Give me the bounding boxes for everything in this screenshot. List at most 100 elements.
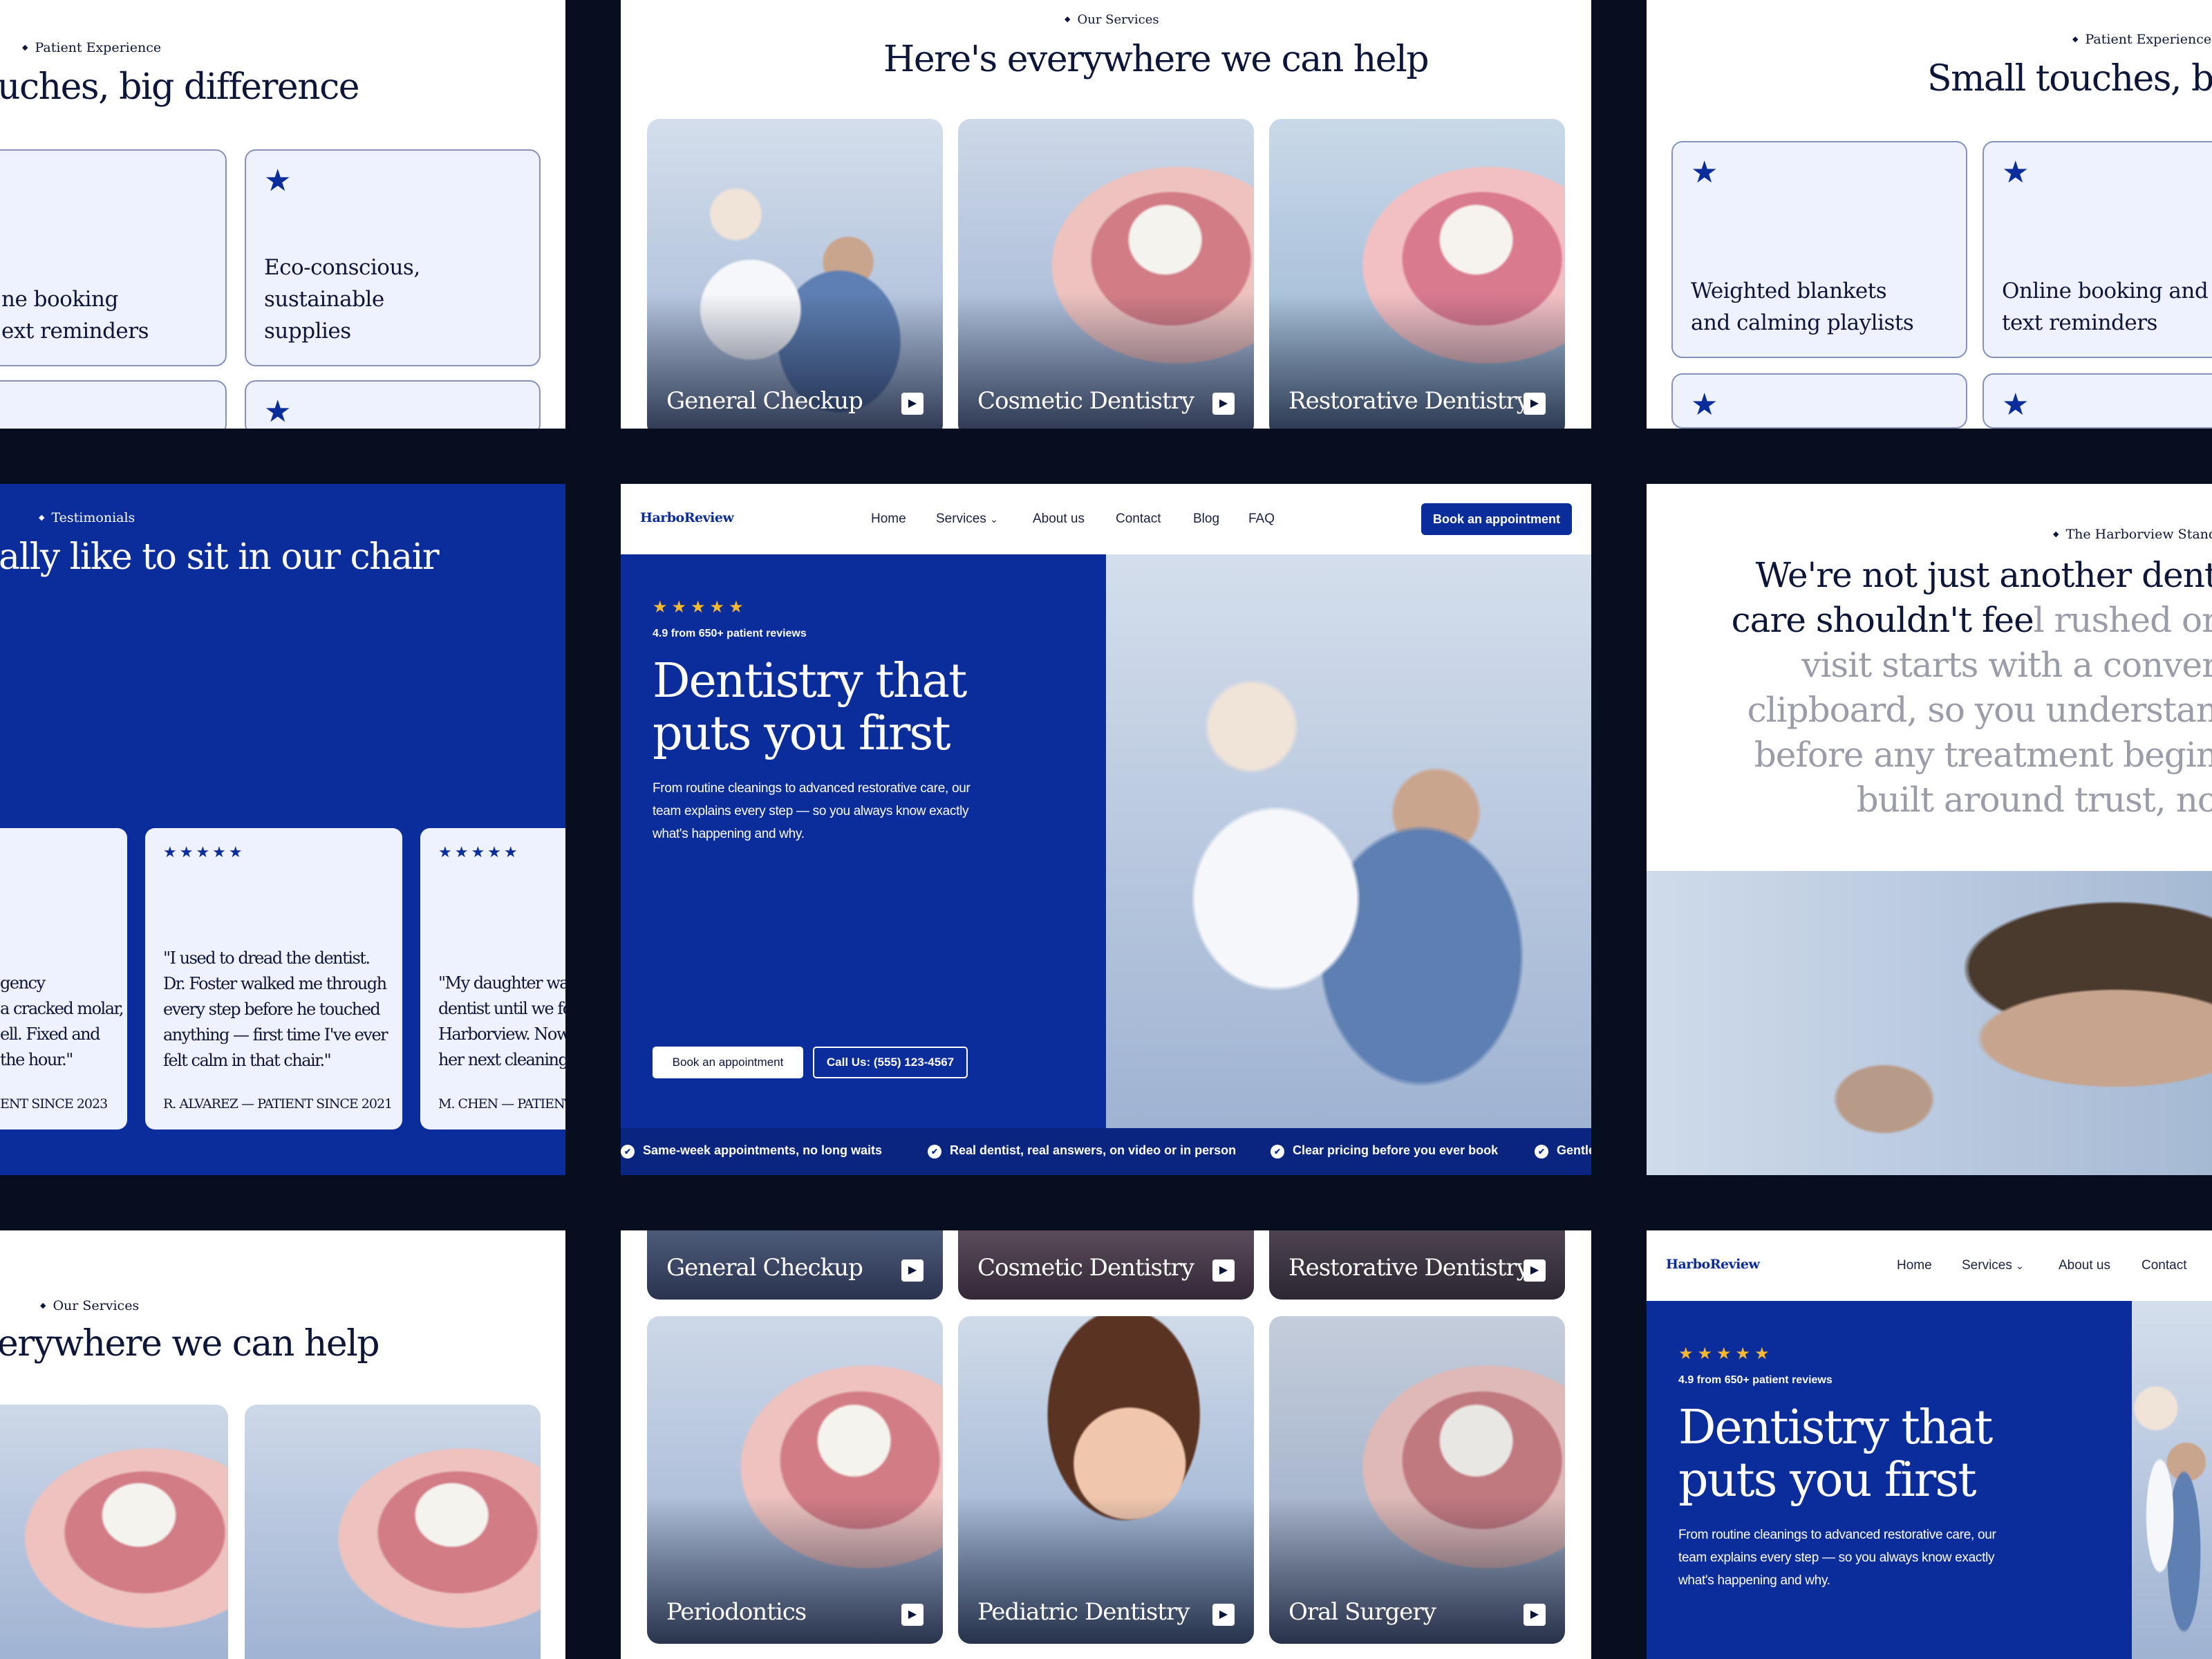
ticker-item: Same-week appointments, no long waits [621, 1143, 882, 1159]
service-card-general-checkup[interactable]: General Checkup ▶ [647, 1230, 943, 1300]
panel-services-grid: General Checkup ▶ Cosmetic Dentistry ▶ R… [621, 1230, 1591, 1659]
chevron-down-icon: ⌄ [2016, 1260, 2024, 1271]
testimonial-author: ENT SINCE 2023 [0, 1096, 108, 1112]
testimonial-quote: "I used to dread the dentist. Dr. Foster… [163, 948, 388, 1070]
service-card-cosmetic[interactable]: Cosmetic Dentistry ▶ [958, 119, 1254, 429]
nav-services-label: Services [936, 512, 986, 526]
service-card-general-checkup[interactable]: General Checkup ▶ [647, 119, 943, 429]
star-icon: ★ [2002, 156, 2030, 189]
chevron-right-icon[interactable]: ▶ [1212, 1604, 1235, 1626]
statement-line: visit starts with a conver [1801, 645, 2212, 685]
nav-contact[interactable]: Contact [1116, 512, 1161, 527]
chevron-right-icon[interactable]: ▶ [1524, 393, 1546, 415]
feature-card: ★ [1671, 373, 1967, 429]
nav-about[interactable]: About us [1033, 512, 1085, 527]
chevron-right-icon[interactable]: ▶ [1212, 393, 1235, 415]
feature-card: ★ [245, 380, 541, 429]
service-title: Restorative Dentistry [1288, 387, 1530, 415]
panel-hero-crop: HarboReview Home Services ⌄ About us Con… [1647, 1230, 2212, 1659]
hero-subtitle: From routine cleanings to advanced resto… [653, 781, 971, 841]
service-card-oral-surgery[interactable]: Oral Surgery ▶ [1269, 1316, 1565, 1644]
top-nav: HarboReview Home Services ⌄ About us Con… [1647, 1230, 2212, 1301]
chevron-down-icon: ⌄ [990, 514, 998, 525]
call-us-button[interactable]: Call Us: (555) 123-4567 [813, 1047, 968, 1078]
nav-about[interactable]: About us [2059, 1258, 2110, 1273]
service-title: Periodontics [666, 1598, 807, 1626]
panel-testimonials: Testimonials ally like to sit in our cha… [0, 484, 565, 1175]
service-card-pediatric[interactable]: Pediatric Dentistry ▶ [958, 1316, 1254, 1644]
service-title: Pediatric Dentistry [977, 1598, 1190, 1626]
feature-text: Weighted blankets and calming playlists [1691, 279, 1914, 335]
section-eyebrow: Patient Experience [2072, 32, 2211, 47]
nav-services-label: Services [1962, 1258, 2012, 1273]
chevron-right-icon[interactable]: ▶ [1524, 1604, 1546, 1626]
ticker-item: Gentle [1535, 1143, 1591, 1159]
panel-services-left: Our Services erywhere we can help [0, 1230, 565, 1659]
rating-stars: ★★★★★ [438, 843, 521, 861]
statement-line: We're not just another dent [1755, 555, 2212, 595]
statement-dark: care shouldn't fee [1731, 600, 2034, 640]
feature-card [0, 380, 227, 429]
service-title: Cosmetic Dentistry [977, 387, 1194, 415]
panel-experience-left: Patient Experience uches, big difference… [0, 0, 565, 429]
statement-line: before any treatment begin [1754, 735, 2212, 775]
chevron-right-icon[interactable]: ▶ [901, 393, 924, 415]
section-eyebrow: Our Services [40, 1298, 139, 1313]
service-card-restorative[interactable] [245, 1405, 541, 1659]
service-card-cosmetic[interactable]: Cosmetic Dentistry ▶ [958, 1230, 1254, 1300]
chevron-right-icon[interactable]: ▶ [1212, 1259, 1235, 1282]
nav-faq[interactable]: FAQ [1248, 512, 1275, 527]
chevron-right-icon[interactable]: ▶ [901, 1604, 924, 1626]
service-card-periodontics[interactable]: Periodontics ▶ [647, 1316, 943, 1644]
testimonial-quote: gency a cracked molar, ell. Fixed and th… [0, 973, 124, 1069]
section-title: uches, big difference [0, 66, 360, 108]
statement-line: built around trust, no [1856, 780, 2212, 820]
testimonial-card: ★★★★★ "My daughter was dentist until we … [420, 828, 565, 1130]
feature-text: Eco-conscious, sustainable supplies [264, 255, 420, 344]
chevron-right-icon[interactable]: ▶ [1524, 1259, 1546, 1282]
nav-blog[interactable]: Blog [1193, 512, 1219, 527]
service-card-restorative[interactable]: Restorative Dentistry ▶ [1269, 119, 1565, 429]
panel-hero-main: HarboReview Home Services ⌄ About us Con… [621, 484, 1591, 1175]
rating-text: 4.9 from 650+ patient reviews [653, 628, 807, 639]
service-card-cosmetic[interactable] [0, 1405, 228, 1659]
feature-card: ★ [1983, 373, 2212, 429]
section-eyebrow: Testimonials [39, 510, 135, 525]
book-appointment-button[interactable]: Book an appointment [1421, 503, 1572, 535]
star-icon: ★ [1691, 156, 1718, 189]
chevron-right-icon[interactable]: ▶ [901, 1259, 924, 1282]
hero-subtitle: From routine cleanings to advanced resto… [1678, 1528, 1996, 1588]
testimonial-author: R. ALVAREZ — PATIENT SINCE 2021 [163, 1096, 393, 1112]
nav-services[interactable]: Services ⌄ [1962, 1258, 2024, 1273]
statement-light: l rushed or [2033, 600, 2212, 640]
feature-ticker: Same-week appointments, no long waits Re… [621, 1128, 1591, 1175]
hero-section: ★★★★★ 4.9 from 650+ patient reviews Dent… [621, 554, 1106, 1128]
section-eyebrow: The Harborview Standard [2053, 527, 2212, 542]
hero-book-button[interactable]: Book an appointment [653, 1047, 803, 1078]
statement-line: clipboard, so you understan [1747, 690, 2212, 730]
hero-photo [1106, 554, 1591, 1128]
service-card-restorative[interactable]: Restorative Dentistry ▶ [1269, 1230, 1565, 1300]
section-eyebrow: Our Services [1065, 12, 1159, 27]
section-title: erywhere we can help [0, 1323, 380, 1365]
section-title: ally like to sit in our chair [0, 536, 440, 578]
testimonial-author: M. CHEN — PATIENT S [438, 1096, 565, 1112]
nav-contact[interactable]: Contact [2141, 1258, 2186, 1273]
nav-home[interactable]: Home [1897, 1258, 1932, 1273]
hero-title: Dentistry that puts you first [1678, 1400, 1993, 1508]
nav-services[interactable]: Services ⌄ [936, 512, 998, 527]
hero-section: ★★★★★ 4.9 from 650+ patient reviews Dent… [1647, 1301, 2132, 1659]
testimonial-quote: "My daughter was dentist until we fou Ha… [438, 973, 565, 1069]
ticker-item: Real dentist, real answers, on video or … [928, 1143, 1236, 1159]
testimonial-card: gency a cracked molar, ell. Fixed and th… [0, 828, 127, 1130]
rating-text: 4.9 from 650+ patient reviews [1678, 1374, 1833, 1386]
feature-text: Online booking and text reminders [2002, 279, 2209, 335]
panel-standard: The Harborview Standard We're not just a… [1647, 484, 2212, 1175]
service-photo [245, 1405, 541, 1659]
section-title: Here's everywhere we can help [883, 39, 1430, 80]
service-title: Cosmetic Dentistry [977, 1254, 1194, 1282]
site-logo[interactable]: HarboReview [640, 510, 734, 525]
nav-home[interactable]: Home [871, 512, 906, 527]
site-logo[interactable]: HarboReview [1666, 1257, 1760, 1272]
hero-title: Dentistry that puts you first [653, 654, 967, 761]
